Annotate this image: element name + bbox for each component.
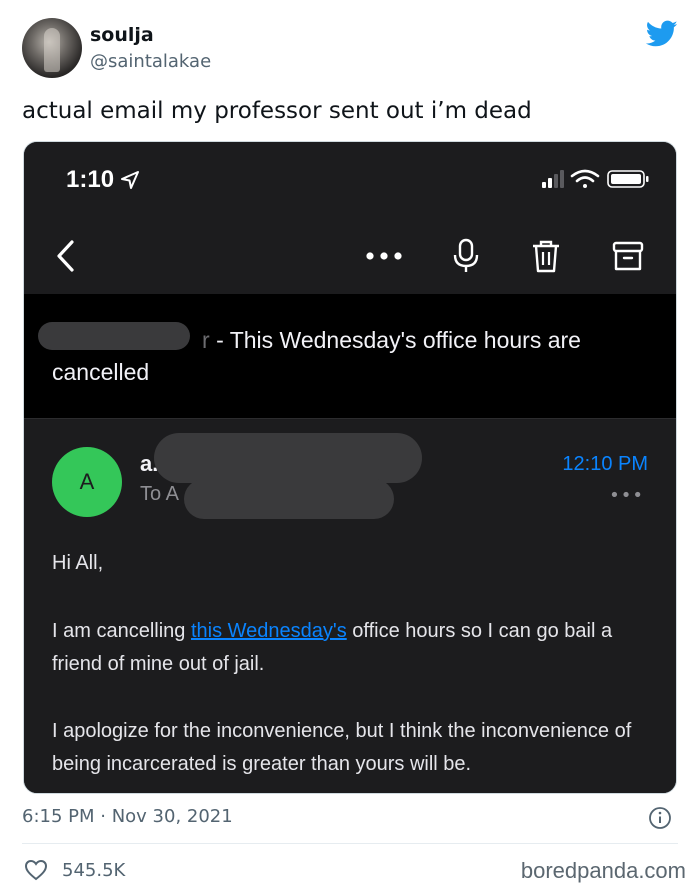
email-greeting: Hi All,	[52, 552, 104, 574]
wifi-icon	[570, 169, 600, 188]
email-message: A a. To A 12:10 PM ••• Hi All, I am canc…	[24, 418, 676, 793]
archive-icon	[612, 241, 644, 271]
display-name[interactable]: soulja	[90, 24, 154, 46]
back-button[interactable]	[44, 234, 88, 278]
email-paragraph-2: I apologize for the inconvenience, but I…	[52, 720, 632, 775]
back-chevron-icon	[57, 240, 74, 272]
delete-button[interactable]	[524, 234, 568, 278]
info-icon[interactable]	[648, 806, 672, 830]
tweet-header: soulja @saintalakae	[22, 18, 682, 80]
status-icons	[542, 169, 649, 188]
like-action[interactable]: 545.5K	[24, 856, 125, 884]
sent-time: 12:10 PM	[562, 453, 648, 475]
status-time: 1:10	[66, 166, 115, 193]
battery-icon	[607, 170, 649, 188]
location-arrow-icon	[121, 171, 139, 189]
email-paragraph-1: I am cancelling this Wednesday's office …	[52, 620, 613, 675]
more-options-icon	[366, 252, 402, 260]
archive-button[interactable]	[606, 234, 650, 278]
redaction-block	[38, 322, 190, 350]
watermark: boredpanda.com	[520, 858, 686, 883]
email-subject-bar: r - This Wednesday's office hours are ca…	[24, 294, 676, 418]
tweet-text: actual email my professor sent out i’m d…	[22, 98, 532, 124]
message-more-icon[interactable]: •••	[609, 485, 644, 506]
trash-icon	[533, 240, 559, 273]
sender-avatar[interactable]: A	[52, 447, 122, 517]
mail-toolbar	[24, 222, 676, 294]
divider	[22, 843, 678, 844]
date-link[interactable]: this Wednesday's	[191, 620, 347, 642]
redaction-block	[184, 479, 394, 519]
recipients-line[interactable]: To A	[140, 483, 179, 506]
tweet-timestamp[interactable]: 6:15 PM · Nov 30, 2021	[22, 806, 233, 827]
user-avatar[interactable]	[22, 18, 82, 78]
microphone-icon	[453, 238, 479, 272]
phone-status-bar: 1:10	[24, 142, 676, 222]
twitter-bird-icon[interactable]	[646, 20, 678, 48]
more-options-button[interactable]	[362, 234, 406, 278]
tweet-image[interactable]: 1:10 r - This Wednesday's office hours a…	[23, 141, 677, 794]
dictate-button[interactable]	[444, 234, 488, 278]
user-handle[interactable]: @saintalakae	[90, 51, 211, 72]
redaction-block	[154, 433, 422, 483]
signal-icon	[542, 170, 564, 188]
heart-icon	[24, 859, 48, 881]
like-count: 545.5K	[62, 859, 126, 881]
